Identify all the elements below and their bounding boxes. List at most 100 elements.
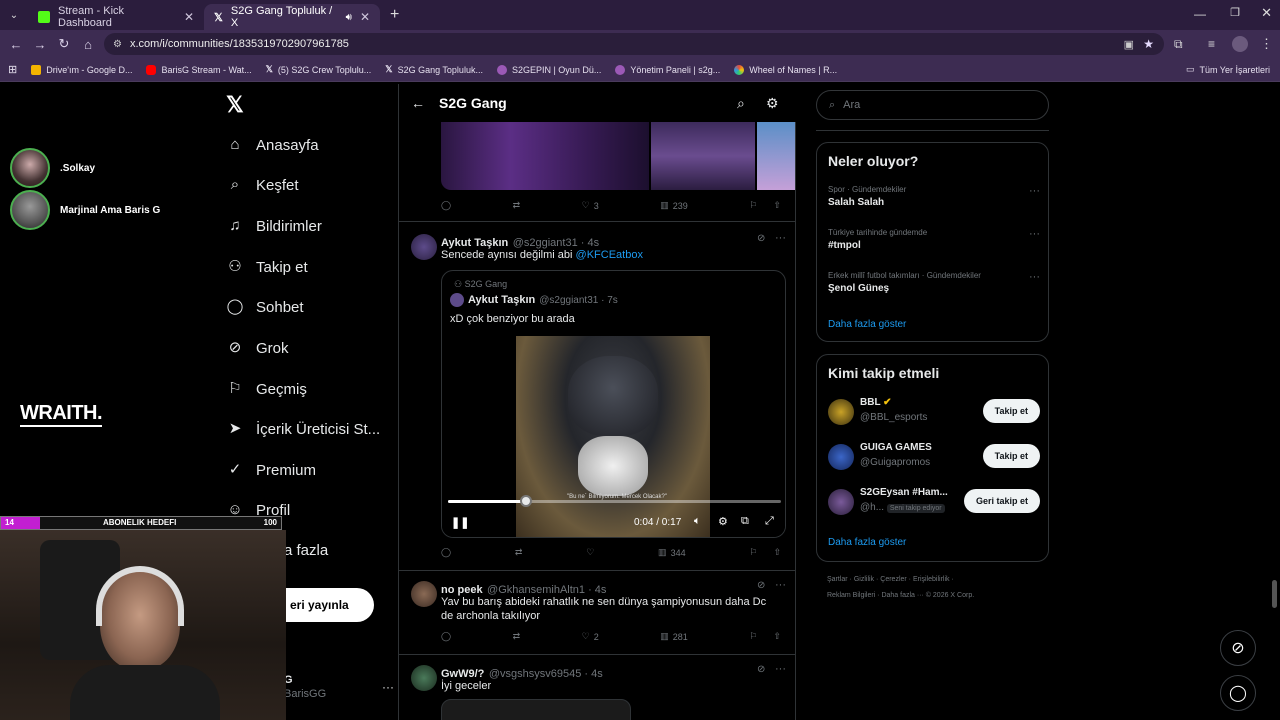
retweet-button[interactable]: ⇄ [513, 631, 521, 642]
video-scrubber[interactable] [448, 495, 781, 507]
more-dots-icon[interactable]: ··· [382, 680, 394, 694]
like-button[interactable]: ♡ 3 [582, 200, 599, 211]
more-dots-icon[interactable]: ··· [1029, 228, 1040, 240]
close-window-icon[interactable]: ✕ [1261, 5, 1272, 21]
account-switcher[interactable]: G BarisGG ··· [284, 674, 394, 704]
audio-icon[interactable]: 🔊︎ [346, 12, 352, 23]
follow-button[interactable]: Takip et [982, 399, 1040, 423]
views-button[interactable]: ▥ 281 [660, 631, 688, 642]
bookmark-item[interactable]: Yönetim Paneli | s2g... [615, 64, 720, 75]
home-browser-icon[interactable]: ⌂ [76, 37, 100, 52]
nav-follow[interactable]: ⚇ Takip et [226, 258, 307, 276]
trend-item[interactable]: Türkiye tarihinde gündemde #tmpol ··· [828, 228, 1040, 251]
search-input[interactable]: ⌕ Ara [816, 90, 1049, 120]
like-button[interactable]: ♡ [586, 547, 594, 558]
search-icon[interactable]: ⌕ [737, 95, 745, 112]
tab-x-community[interactable]: 𝕏 S2G Gang Topluluk / X 🔊︎ ✕ [204, 4, 380, 30]
views-button[interactable]: ▥ 239 [660, 200, 688, 211]
back-icon[interactable]: ← [4, 37, 28, 52]
tab-list-chevron-icon[interactable]: ⌄ [0, 10, 28, 21]
more-dots-icon[interactable]: ··· [1029, 271, 1040, 283]
more-dots-icon[interactable]: ··· [775, 579, 786, 591]
media-image[interactable] [441, 699, 631, 720]
reload-icon[interactable]: ↻ [52, 36, 76, 52]
grok-float-button[interactable]: ⊘ [1220, 630, 1256, 666]
nav-notifications[interactable]: ♫ Bildirimler [226, 217, 321, 235]
nav-chat[interactable]: ◯ Sohbet [226, 298, 304, 316]
bookmark-item[interactable]: Wheel of Names | R... [734, 64, 837, 75]
like-button[interactable]: ♡ 2 [582, 631, 599, 642]
post-button[interactable]: eri yayınla [284, 588, 374, 622]
media-image[interactable] [441, 122, 649, 190]
nav-bookmarks[interactable]: ⚐ Geçmiş [226, 380, 307, 398]
follow-back-button[interactable]: Geri takip et [963, 489, 1040, 513]
volume-icon[interactable]: 🔈︎ [694, 515, 701, 528]
tweet[interactable]: GwW9/? @vsgshsysv69545 · 4s ⊘ ··· İyi ge… [399, 655, 795, 720]
mention-link[interactable]: @KFCEatbox [576, 249, 643, 261]
media-icon[interactable]: ≡ [1208, 37, 1215, 51]
extensions-icon[interactable]: ⧉ [1174, 37, 1183, 52]
more-dots-icon[interactable]: ··· [775, 232, 786, 244]
reply-button[interactable]: ◯ [441, 200, 451, 211]
grok-icon[interactable]: ⊘ [757, 580, 765, 591]
site-info-icon[interactable]: ⚙ [113, 39, 122, 50]
settings-icon[interactable]: ⚙ [766, 95, 779, 112]
follow-suggestion[interactable]: S2GEysan #Ham... @h... Seni takip ediyor… [828, 487, 1040, 523]
bookmark-item[interactable]: Drive'ım - Google D... [31, 64, 132, 75]
fullscreen-icon[interactable]: ⤢ [765, 515, 774, 528]
views-button[interactable]: ▥ 344 [658, 547, 686, 558]
bookmark-item[interactable]: S2GEPIN | Oyun Dü... [496, 64, 601, 75]
show-more-link[interactable]: Daha fazla göster [828, 537, 906, 548]
grok-icon[interactable]: ⊘ [757, 233, 765, 244]
pause-icon[interactable]: ❚❚ [451, 516, 469, 529]
all-bookmarks[interactable]: ▭ Tüm Yer İşaretleri [1186, 64, 1270, 75]
nav-home[interactable]: ⌂ Anasayfa [226, 136, 318, 154]
nav-premium[interactable]: ✓ Premium [226, 461, 316, 479]
reply-button[interactable]: ◯ [441, 631, 451, 642]
bookmark-icon[interactable]: ⚐ [749, 200, 757, 211]
bookmark-star-icon[interactable]: ★ [1143, 37, 1154, 51]
cast-icon[interactable]: ▣ [1124, 38, 1134, 51]
quote-card[interactable]: ⚇ S2G Gang Aykut Taşkın @s2ggiant31 · 7s… [441, 270, 786, 538]
minimize-icon[interactable]: — [1194, 7, 1206, 21]
more-dots-icon[interactable]: ··· [775, 663, 786, 675]
share-icon[interactable]: ⇧ [773, 200, 781, 211]
bookmark-item[interactable]: 𝕏 S2G Gang Topluluk... [385, 64, 483, 75]
back-arrow-icon[interactable]: ← [411, 95, 425, 111]
follow-suggestion[interactable]: BBL ✔ @BBL_esports Takip et [828, 397, 1040, 433]
share-icon[interactable]: ⇧ [773, 547, 781, 558]
apps-grid-icon[interactable]: ⊞ [8, 63, 17, 76]
retweet-button[interactable]: ⇄ [513, 200, 521, 211]
new-tab-icon[interactable]: + [390, 6, 399, 24]
bookmark-icon[interactable]: ⚐ [749, 547, 757, 558]
video-settings-icon[interactable]: ⚙ [718, 515, 728, 528]
x-logo-icon[interactable]: 𝕏 [226, 92, 244, 118]
media-image[interactable] [757, 122, 795, 190]
tweet[interactable]: no peek @GkhansemihAltn1 · 4s ⊘ ··· Yav … [399, 571, 795, 655]
browser-menu-icon[interactable]: ⋮ [1260, 36, 1273, 52]
restore-icon[interactable]: ❐ [1230, 6, 1240, 19]
follow-button[interactable]: Takip et [982, 444, 1040, 468]
avatar[interactable] [411, 234, 437, 260]
grok-icon[interactable]: ⊘ [757, 664, 765, 675]
address-bar[interactable]: ⚙ x.com/i/communities/183531970290796178… [104, 33, 1164, 55]
bookmark-item[interactable]: 𝕏 (5) S2G Crew Toplulu... [266, 64, 372, 75]
profile-avatar-icon[interactable] [1232, 36, 1248, 52]
tab-kick-dashboard[interactable]: Stream - Kick Dashboard ✕ [28, 4, 204, 30]
tweet[interactable]: Aykut Taşkın @s2ggiant31 · 4s ⊘ ··· Senc… [399, 222, 795, 571]
bookmark-item[interactable]: BarisG Stream - Wat... [146, 64, 252, 75]
page-scrollbar[interactable] [1272, 580, 1277, 608]
follow-suggestion[interactable]: GUIGA GAMES @Guigapromos Takip et [828, 442, 1040, 478]
close-tab-icon[interactable]: ✕ [360, 10, 370, 24]
nav-explore[interactable]: ⌕ Keşfet [226, 176, 299, 194]
nav-more[interactable]: a fazla [284, 542, 328, 559]
tweet[interactable]: ◯ ⇄ ♡ 3 ▥ 239 ⚐ ⇧ [399, 122, 795, 222]
media-image[interactable] [651, 122, 755, 190]
show-more-link[interactable]: Daha fazla göster [828, 319, 906, 330]
avatar[interactable] [411, 665, 437, 691]
share-icon[interactable]: ⇧ [773, 631, 781, 642]
trend-item[interactable]: Spor · Gündemdekiler Salah Salah ··· [828, 185, 1040, 208]
video-player[interactable]: "Bu ne´ Bilmiyorum. Mercek Olacak?" ❚❚ 0… [442, 336, 785, 537]
reply-button[interactable]: ◯ [441, 547, 451, 558]
bookmark-icon[interactable]: ⚐ [749, 631, 757, 642]
